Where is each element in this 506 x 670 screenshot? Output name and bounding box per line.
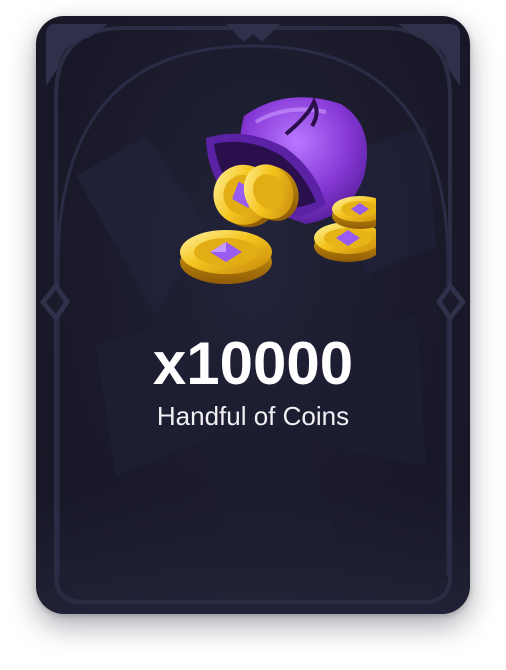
reward-item-name: Handful of Coins — [156, 401, 350, 431]
coin-pouch-icon — [180, 97, 376, 284]
reward-amount: x10000 — [152, 330, 354, 397]
reward-card[interactable]: x10000 Handful of Coins — [36, 16, 470, 614]
